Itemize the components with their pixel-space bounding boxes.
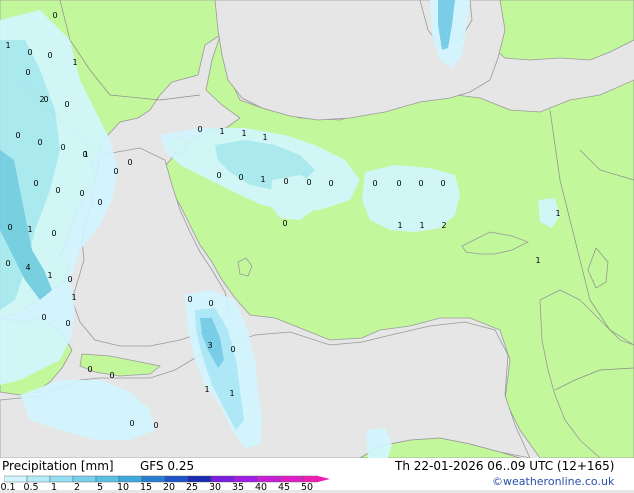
scale-tick-label: 1	[50, 482, 58, 493]
point-value: 0	[372, 179, 377, 188]
point-value: 0	[230, 345, 235, 354]
point-value: 0	[97, 198, 102, 207]
point-value: 0	[328, 179, 333, 188]
point-value: 0	[197, 125, 202, 134]
scale-tick-label: 2	[73, 482, 81, 493]
weather-map: 0 1 0 0 1 0 0 0 2 0 0 0 0 1 0 0 0 0 0 0 0 1 1 1 0 0 1 0 0 0 0 0 0 0 0 1 1 2 1 1…	[0, 0, 634, 458]
point-value: 0	[129, 419, 134, 428]
point-value: 0	[440, 179, 445, 188]
point-value: 0	[65, 319, 70, 328]
scale-tick-label: 0.5	[23, 482, 39, 493]
point-value: 1	[5, 41, 10, 50]
point-value: 0	[87, 365, 92, 374]
legend-bar: Precipitation [mm] GFS 0.25 Th 22-01-202…	[0, 458, 634, 493]
point-value: 0	[5, 259, 10, 268]
point-value: 1	[71, 293, 76, 302]
point-value: 0	[282, 219, 287, 228]
credit: ©weatheronline.co.uk	[492, 475, 615, 488]
point-value: 0	[51, 229, 56, 238]
point-value: 0	[208, 299, 213, 308]
scale-tick-label: 25	[185, 482, 199, 493]
chart-title: Precipitation [mm]	[2, 459, 114, 473]
scale-tick-label: 35	[231, 482, 245, 493]
scale-tick-label: 50	[300, 482, 314, 493]
point-value: 0	[7, 223, 12, 232]
point-value: 1	[241, 129, 246, 138]
point-value: 0	[238, 173, 243, 182]
point-value: 0	[306, 178, 311, 187]
point-value: 1	[229, 389, 234, 398]
point-value: 1	[204, 385, 209, 394]
model-label: GFS 0.25	[140, 459, 195, 473]
point-value: 0	[33, 179, 38, 188]
point-value: 0	[60, 143, 65, 152]
scale-tick-label: 40	[254, 482, 268, 493]
point-value: 0	[127, 158, 132, 167]
point-value: 0	[187, 295, 192, 304]
point-value: 1	[419, 221, 424, 230]
point-value: 0	[27, 48, 32, 57]
point-value: 0	[37, 138, 42, 147]
point-value: 1	[535, 256, 540, 265]
point-value: 0	[109, 371, 114, 380]
point-value: 4	[25, 263, 30, 272]
point-value: 0	[113, 167, 118, 176]
point-value: 1	[262, 133, 267, 142]
point-value: 1	[397, 221, 402, 230]
point-value: 0	[25, 68, 30, 77]
point-value: 1	[260, 175, 265, 184]
point-value: 0	[79, 189, 84, 198]
point-value: 0	[55, 186, 60, 195]
point-value: 2	[39, 95, 44, 104]
point-value: 0	[418, 179, 423, 188]
point-value: 1	[72, 58, 77, 67]
point-value: 0	[47, 51, 52, 60]
point-value: 0	[67, 275, 72, 284]
point-value: 0	[396, 179, 401, 188]
point-value: 1	[47, 271, 52, 280]
scale-tick-label: 5	[96, 482, 104, 493]
point-value: 0	[283, 177, 288, 186]
scale-tick-label: 10	[116, 482, 130, 493]
scale-tick-label: 20	[162, 482, 176, 493]
point-value: 2	[441, 221, 446, 230]
point-value: 1	[83, 150, 88, 159]
point-value: 0	[52, 11, 57, 20]
scale-arrow	[318, 476, 330, 482]
point-value: 1	[219, 127, 224, 136]
scale-tick-label: 45	[277, 482, 291, 493]
scale-tick-label: 30	[208, 482, 222, 493]
point-value: 1	[555, 209, 560, 218]
scale-tick-label: 15	[139, 482, 153, 493]
point-value: 0	[15, 131, 20, 140]
point-value: 0	[153, 421, 158, 430]
point-value: 3	[207, 341, 212, 350]
point-value: 0	[216, 171, 221, 180]
point-value: 1	[27, 225, 32, 234]
scale-tick-label: 0.1	[0, 482, 16, 493]
point-value: 0	[41, 313, 46, 322]
valid-time: Th 22-01-2026 06..09 UTC (12+165)	[395, 459, 615, 473]
point-value: 0	[64, 100, 69, 109]
